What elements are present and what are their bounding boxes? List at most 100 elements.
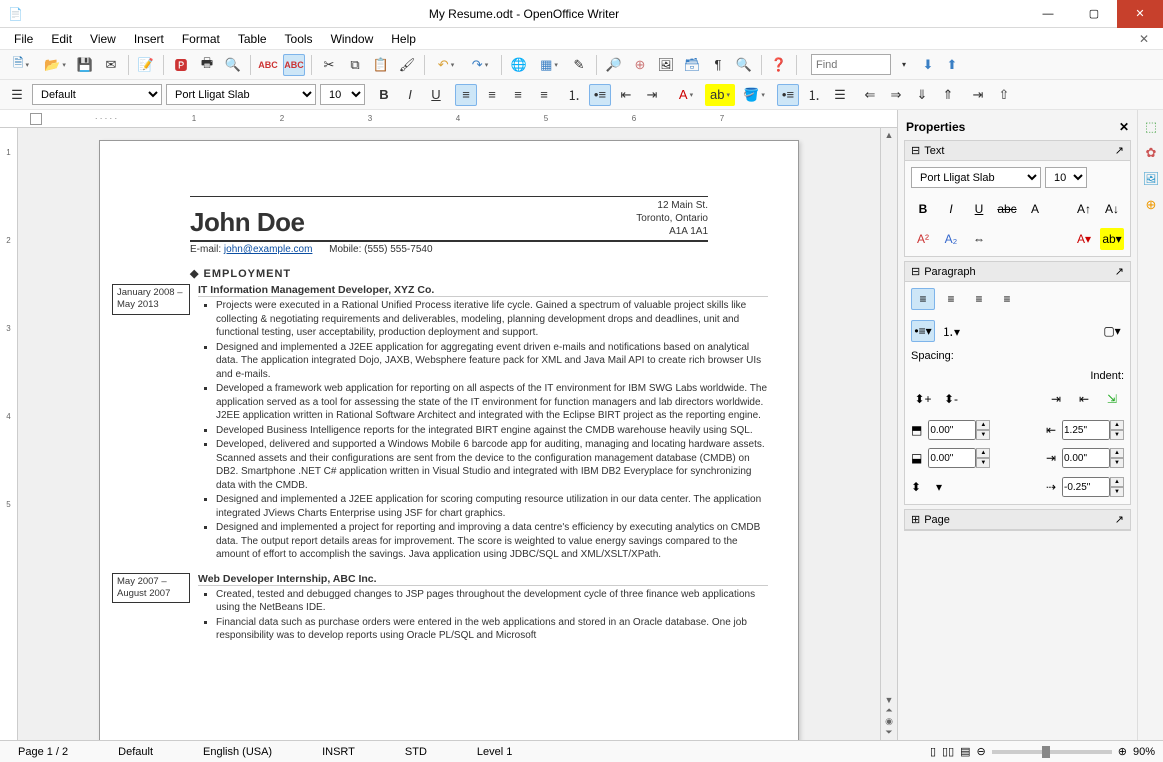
find-next-button[interactable]: ⬇: [917, 54, 939, 76]
export-pdf-button[interactable]: 🅿: [170, 54, 192, 76]
list-item[interactable]: Financial data such as purchase orders w…: [216, 616, 768, 643]
paste-button[interactable]: 📋: [370, 54, 392, 76]
hanging-indent-button[interactable]: ⇲: [1100, 388, 1124, 410]
sidebar-align-right-button[interactable]: ≡: [967, 288, 991, 310]
nav-icon[interactable]: ◉: [885, 716, 893, 727]
format-paintbrush-button[interactable]: 🖌: [396, 54, 418, 76]
italic-button[interactable]: I: [399, 84, 421, 106]
gallery-tab-icon[interactable]: 🖼: [1140, 168, 1162, 190]
sidebar-shadow-button[interactable]: A: [1023, 198, 1047, 220]
horizontal-ruler[interactable]: · · · · · 1 2 3 4 5 6 7: [0, 110, 897, 128]
menu-view[interactable]: View: [82, 30, 124, 48]
list-item[interactable]: Designed and implemented a project for r…: [216, 521, 768, 562]
show-draw-button[interactable]: ✎: [568, 54, 590, 76]
list-item[interactable]: Developed, delivered and supported a Win…: [216, 438, 768, 492]
table-button[interactable]: ▦: [534, 54, 564, 76]
sidebar-align-center-button[interactable]: ≡: [939, 288, 963, 310]
status-level[interactable]: Level 1: [467, 746, 522, 758]
redo-button[interactable]: ↷: [465, 54, 495, 76]
menu-file[interactable]: File: [6, 30, 41, 48]
navigator-button[interactable]: ⊕: [629, 54, 651, 76]
find-dropdown-icon[interactable]: ▾: [893, 54, 915, 76]
sidebar-underline-button[interactable]: U: [967, 198, 991, 220]
status-language[interactable]: English (USA): [193, 746, 282, 758]
sidebar-strike-button[interactable]: abc: [995, 198, 1019, 220]
job-dates[interactable]: May 2007 – August 2007: [112, 573, 190, 604]
save-button[interactable]: 💾: [74, 54, 96, 76]
up-level-button[interactable]: ⇧: [993, 84, 1015, 106]
list-item[interactable]: Designed and implemented a J2EE applicat…: [216, 341, 768, 382]
spin-down-icon[interactable]: ▼: [976, 430, 990, 440]
promote-button[interactable]: ⇐: [859, 84, 881, 106]
font-name-select[interactable]: Port Lligat Slab: [166, 84, 316, 105]
more-options-icon[interactable]: ↗: [1115, 265, 1124, 278]
tab-stop-icon[interactable]: [30, 113, 42, 125]
list-item[interactable]: Developed a framework web application fo…: [216, 382, 768, 423]
close-document-icon[interactable]: ✕: [1131, 30, 1157, 48]
copy-button[interactable]: ⧉: [344, 54, 366, 76]
list-item[interactable]: Created, tested and debugged changes to …: [216, 588, 768, 615]
data-sources-button[interactable]: 🗃: [681, 54, 703, 76]
navigator-tab-icon[interactable]: ⊕: [1140, 194, 1162, 216]
edit-file-button[interactable]: 📝: [135, 54, 157, 76]
status-selection[interactable]: STD: [395, 746, 437, 758]
menu-window[interactable]: Window: [323, 30, 382, 48]
sidebar-number-button[interactable]: ⒈▾: [939, 320, 963, 342]
spacing-bottom-input[interactable]: [928, 448, 976, 468]
resume-contact[interactable]: E-mail: john@example.com Mobile: (555) 5…: [190, 244, 708, 255]
expand-icon[interactable]: ⊞: [911, 513, 920, 526]
resume-address[interactable]: 12 Main St. Toronto, Ontario A1A 1A1: [636, 199, 708, 238]
autospellcheck-button[interactable]: ABC: [283, 54, 305, 76]
view-single-icon[interactable]: ▯: [930, 745, 936, 758]
collapse-icon[interactable]: ⊟: [911, 265, 920, 278]
styles-tab-icon[interactable]: ✿: [1140, 142, 1162, 164]
menu-help[interactable]: Help: [383, 30, 424, 48]
print-preview-button[interactable]: 🔍: [222, 54, 244, 76]
maximize-button[interactable]: ▢: [1071, 0, 1117, 28]
align-justify-button[interactable]: ≡: [533, 84, 555, 106]
sidebar-bgcolor-button[interactable]: ▢▾: [1100, 320, 1124, 342]
new-button[interactable]: 🗎: [6, 54, 36, 76]
sidebar-size-select[interactable]: 10: [1045, 167, 1087, 188]
shrink-font-button[interactable]: A↓: [1100, 198, 1124, 220]
resume-name[interactable]: John Doe: [190, 207, 304, 238]
scroll-down-icon[interactable]: ▼: [885, 695, 894, 705]
highlight-button[interactable]: ab: [705, 84, 735, 106]
close-panel-icon[interactable]: ✕: [1119, 120, 1129, 134]
hyperlink-button[interactable]: 🌐: [508, 54, 530, 76]
background-color-button[interactable]: 🪣: [739, 84, 769, 106]
superscript-button[interactable]: A²: [911, 228, 935, 250]
line-spacing-button[interactable]: ▾: [927, 476, 951, 498]
decrease-indent-button[interactable]: ⇤: [1072, 388, 1096, 410]
menu-insert[interactable]: Insert: [126, 30, 172, 48]
move-down-button[interactable]: ⇓: [911, 84, 933, 106]
open-button[interactable]: 📂: [40, 54, 70, 76]
sidebar-font-select[interactable]: Port Lligat Slab: [911, 167, 1041, 188]
increase-spacing-button[interactable]: ⬍+: [911, 388, 935, 410]
sidebar-bullet-button[interactable]: •≡▾: [911, 320, 935, 342]
indent-first-input[interactable]: [1062, 477, 1110, 497]
font-size-select[interactable]: 10: [320, 84, 365, 105]
status-insert[interactable]: INSRT: [312, 746, 365, 758]
font-color-button[interactable]: A: [671, 84, 701, 106]
next-page-icon[interactable]: ⏷: [885, 727, 892, 738]
align-center-button[interactable]: ≡: [481, 84, 503, 106]
job-bullets[interactable]: Projects were executed in a Rational Uni…: [198, 299, 768, 562]
document-page[interactable]: John Doe 12 Main St. Toronto, Ontario A1…: [99, 140, 799, 740]
paragraph-style-select[interactable]: Default: [32, 84, 162, 105]
menu-tools[interactable]: Tools: [277, 30, 321, 48]
find-replace-button[interactable]: 🔎: [603, 54, 625, 76]
sidebar-align-left-button[interactable]: ≡: [911, 288, 935, 310]
view-book-icon[interactable]: ▤: [960, 745, 970, 758]
spacing-top-input[interactable]: [928, 420, 976, 440]
move-up-button[interactable]: ⇑: [937, 84, 959, 106]
job-dates[interactable]: January 2008 – May 2013: [112, 284, 190, 315]
indent-left-input[interactable]: [1062, 420, 1110, 440]
properties-tab-icon[interactable]: ⬚: [1140, 116, 1162, 138]
scroll-up-icon[interactable]: ▲: [885, 130, 894, 140]
gallery-button[interactable]: 🖼: [655, 54, 677, 76]
list-toggle-button[interactable]: •≡: [777, 84, 799, 106]
minimize-button[interactable]: —: [1025, 0, 1071, 28]
close-button[interactable]: ✕: [1117, 0, 1163, 28]
numbering-toggle-button[interactable]: ⒈: [803, 84, 825, 106]
